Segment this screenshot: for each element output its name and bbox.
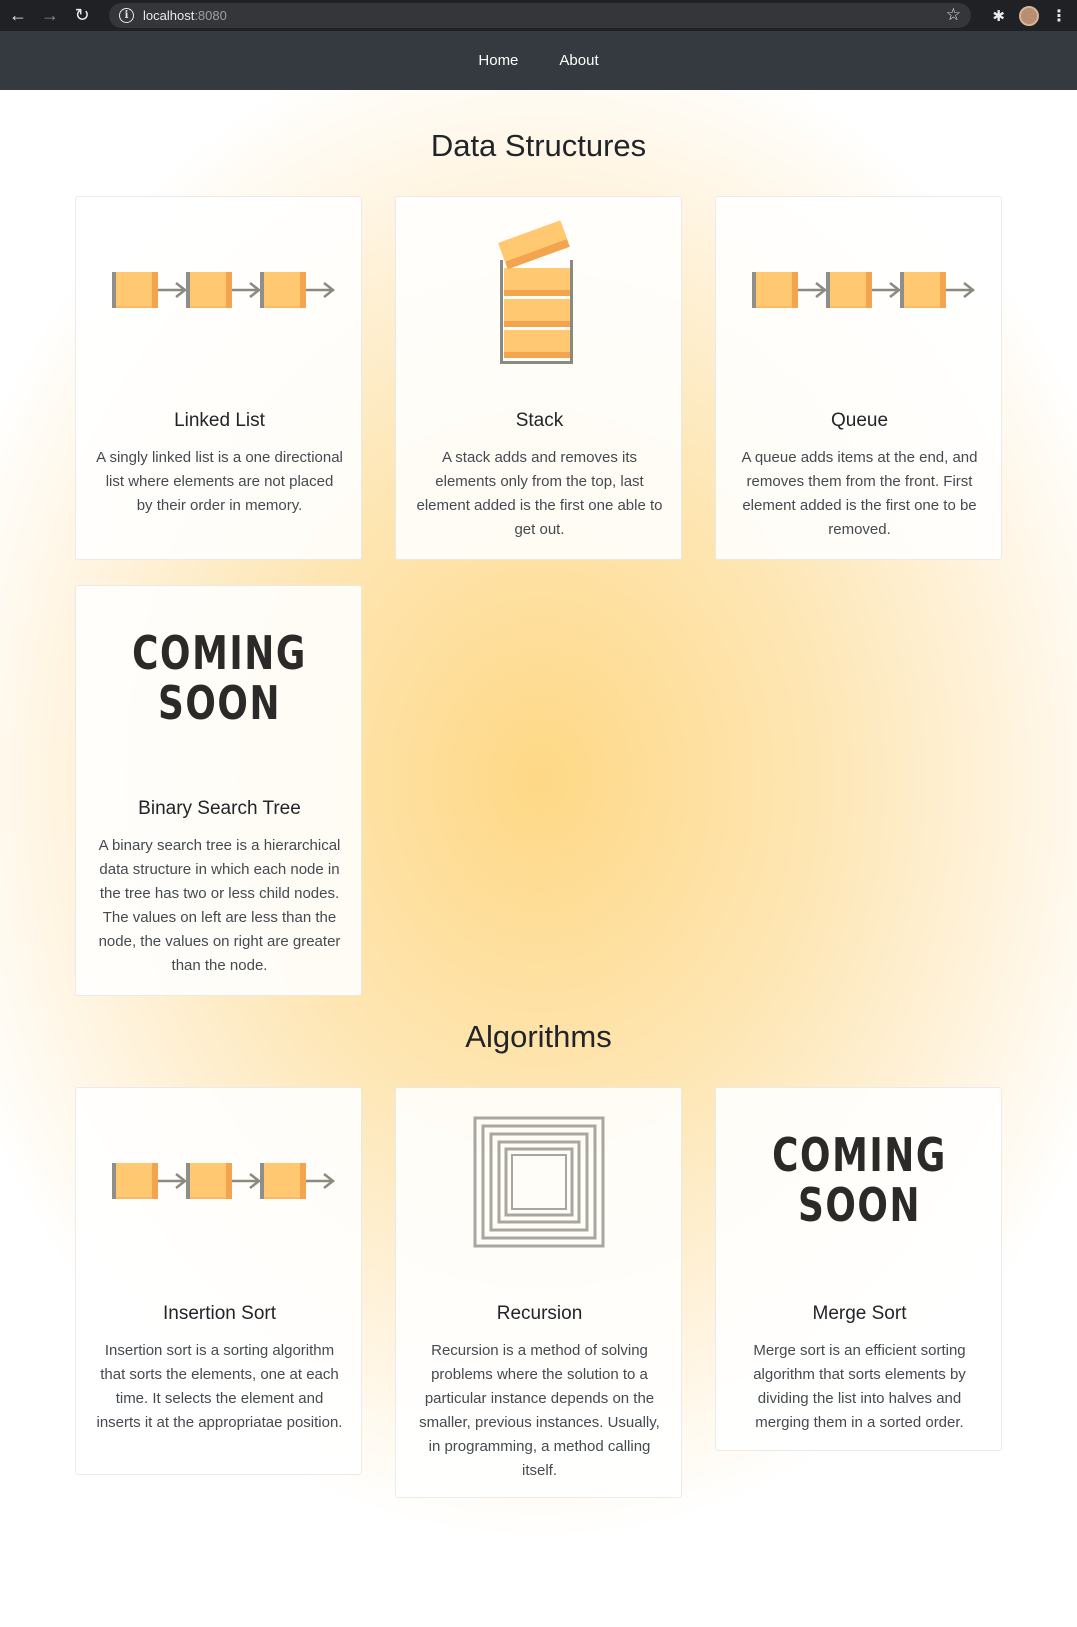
card-stack[interactable]: Stack A stack adds and removes its eleme… bbox=[395, 196, 682, 560]
card-merge-sort[interactable]: COMING SOON Merge Sort Merge sort is an … bbox=[715, 1087, 1002, 1451]
browser-toolbar: ← → ↻ i localhost:8080 ☆ ✱ ⋮ bbox=[0, 0, 1077, 31]
info-icon[interactable]: i bbox=[119, 8, 134, 23]
nav-link-about[interactable]: About bbox=[559, 52, 598, 69]
card-text: A binary search tree is a hierarchical d… bbox=[98, 837, 341, 974]
card-title: Stack bbox=[515, 410, 564, 431]
card-recursion[interactable]: Recursion Recursion is a method of solvi… bbox=[395, 1087, 682, 1498]
card-queue[interactable]: Queue A queue adds items at the end, and… bbox=[715, 196, 1002, 560]
main-content: Data Structures Linked List A singly lin… bbox=[0, 90, 1077, 1627]
card-text: Insertion sort is a sorting algorithm th… bbox=[96, 1342, 343, 1431]
stack-illustration bbox=[498, 220, 573, 364]
queue-illustration bbox=[716, 197, 1003, 387]
coming-soon-image: COMING SOON bbox=[76, 586, 363, 776]
url-host: localhost bbox=[143, 8, 195, 23]
card-linked-list[interactable]: Linked List A singly linked list is a on… bbox=[75, 196, 362, 560]
coming-soon-badge: COMING SOON bbox=[772, 1128, 947, 1232]
section-title-algorithms: Algorithms bbox=[465, 1019, 612, 1054]
card-title: Recursion bbox=[496, 1303, 583, 1324]
card-text: A stack adds and removes its elements on… bbox=[416, 449, 663, 538]
forward-arrow-icon[interactable]: → bbox=[36, 2, 64, 30]
coming-soon-image: COMING SOON bbox=[716, 1088, 1003, 1278]
address-bar[interactable]: i localhost:8080 ☆ bbox=[109, 3, 971, 28]
recursion-illustration bbox=[473, 1116, 605, 1248]
insertion-sort-illustration bbox=[76, 1088, 363, 1278]
linked-list-illustration bbox=[76, 197, 363, 387]
card-text: Recursion is a method of solving problem… bbox=[419, 1342, 660, 1479]
bookmark-star-icon[interactable]: ☆ bbox=[946, 5, 961, 25]
card-title: Insertion Sort bbox=[163, 1303, 276, 1324]
card-binary-search-tree[interactable]: COMING SOON Binary Search Tree A binary … bbox=[75, 585, 362, 996]
card-text: A singly linked list is a one directiona… bbox=[96, 449, 343, 514]
card-text: Merge sort is an efficient sorting algor… bbox=[753, 1342, 966, 1431]
site-navbar: Home About bbox=[0, 31, 1077, 90]
url-text[interactable]: localhost:8080 bbox=[143, 8, 227, 23]
url-port: :8080 bbox=[194, 8, 227, 23]
menu-kebab-icon[interactable]: ⋮ bbox=[1051, 6, 1067, 26]
card-title: Queue bbox=[830, 410, 889, 431]
card-text: A queue adds items at the end, and remov… bbox=[741, 449, 978, 538]
back-arrow-icon[interactable]: ← bbox=[4, 2, 32, 30]
card-title: Merge Sort bbox=[812, 1303, 907, 1324]
card-insertion-sort[interactable]: Insertion Sort Insertion sort is a sorti… bbox=[75, 1087, 362, 1475]
coming-soon-badge: COMING SOON bbox=[132, 626, 307, 730]
section-title-data-structures: Data Structures bbox=[430, 128, 647, 163]
reload-icon[interactable]: ↻ bbox=[68, 2, 96, 30]
profile-avatar[interactable] bbox=[1019, 5, 1039, 26]
card-title: Linked List bbox=[174, 410, 265, 431]
nav-link-home[interactable]: Home bbox=[478, 52, 518, 69]
card-title: Binary Search Tree bbox=[138, 798, 301, 819]
extensions-puzzle-icon[interactable]: ✱ bbox=[992, 7, 1005, 25]
